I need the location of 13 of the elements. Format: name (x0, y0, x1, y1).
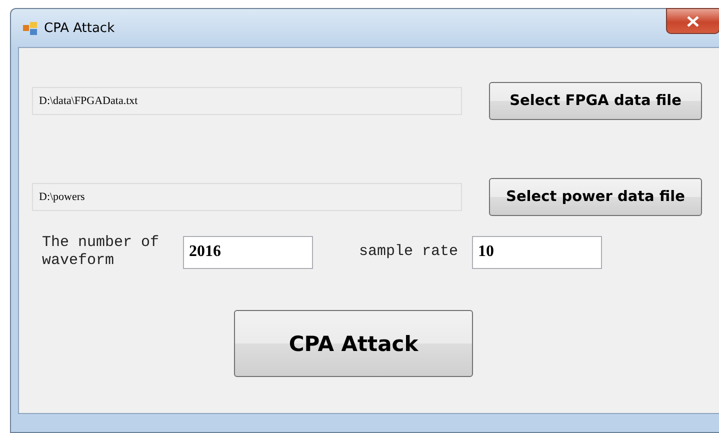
select-file-button[interactable]: Select power data file (489, 178, 702, 216)
waveform-count-input[interactable]: 2016 (183, 236, 313, 268)
close-button[interactable] (666, 8, 719, 34)
app-icon (22, 20, 38, 36)
window-title: CPA Attack (44, 20, 115, 36)
waveform-count-label: The number of waveform (42, 234, 160, 270)
select-file-button[interactable]: Select FPGA data file (489, 82, 702, 120)
sample-rate-label: sample rate (359, 243, 458, 261)
path-field[interactable]: D:\data\FPGAData.txt (32, 87, 462, 115)
sample-rate-input[interactable]: 10 (472, 236, 602, 268)
close-icon (687, 16, 699, 26)
cpa-attack-button[interactable]: CPA Attack (234, 310, 473, 377)
path-field[interactable]: D:\powers (32, 183, 462, 211)
